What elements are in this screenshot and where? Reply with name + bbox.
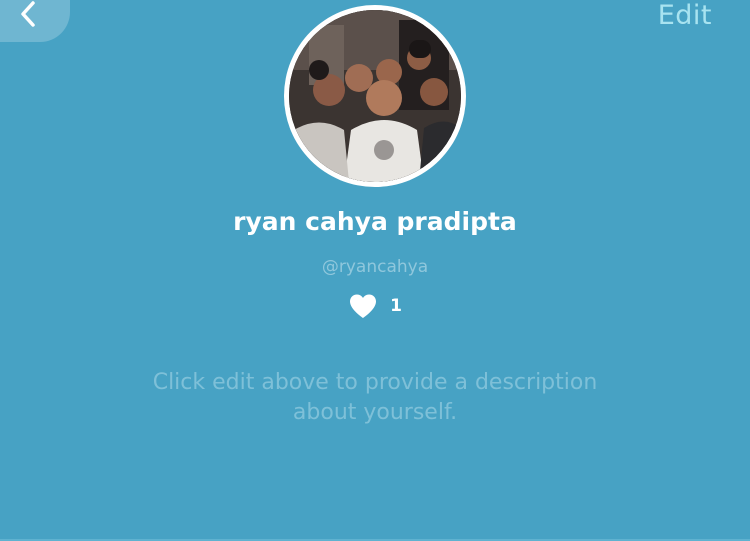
like-count: 1 bbox=[390, 296, 402, 316]
avatar-photo-art bbox=[289, 10, 461, 182]
heart-icon bbox=[350, 294, 377, 318]
back-button[interactable] bbox=[0, 0, 70, 42]
chevron-left-icon bbox=[21, 1, 35, 27]
avatar-photo bbox=[289, 10, 461, 182]
description-line-2: about yourself. bbox=[292, 400, 458, 425]
likes-indicator: 1 bbox=[0, 293, 750, 319]
description-line-1: Click edit above to provide a descriptio… bbox=[152, 370, 598, 395]
username: @ryancahya bbox=[321, 257, 429, 277]
avatar bbox=[284, 5, 466, 187]
description-placeholder: Click edit above to provide a descriptio… bbox=[0, 368, 750, 428]
display-name: ryan cahya pradipta bbox=[233, 207, 517, 236]
edit-button[interactable]: Edit bbox=[658, 0, 712, 31]
